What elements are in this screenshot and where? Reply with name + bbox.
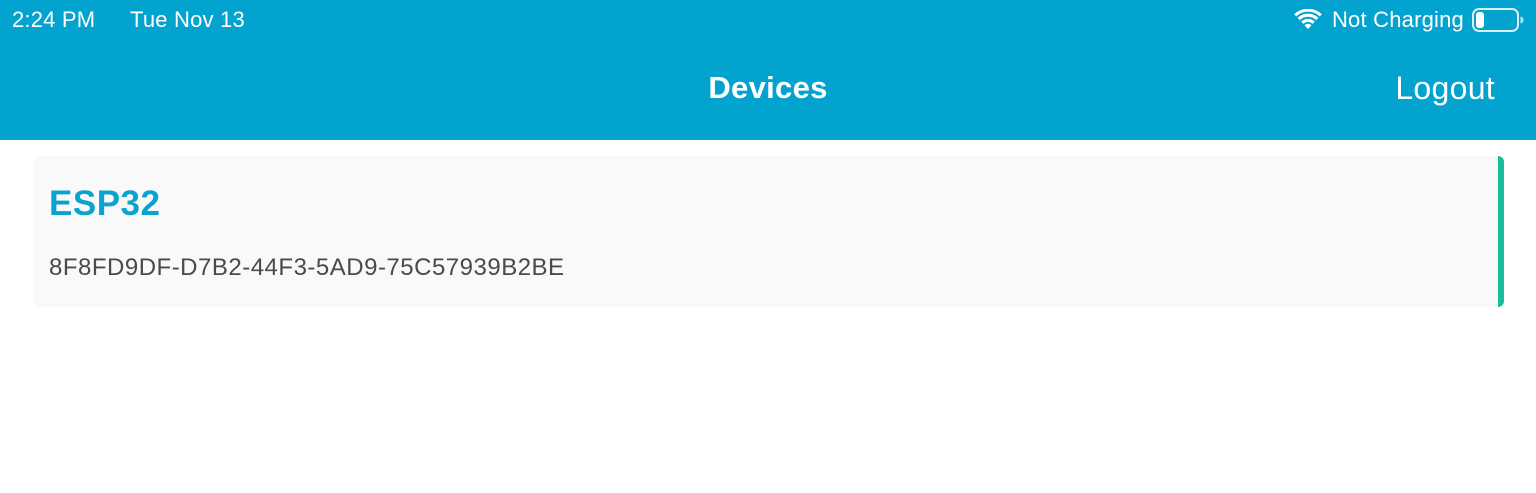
wifi-icon — [1294, 9, 1322, 29]
device-card[interactable]: ESP32 8F8FD9DF-D7B2-44F3-5AD9-75C57939B2… — [33, 156, 1504, 307]
status-time: 2:24 PM — [12, 7, 96, 32]
app-header: 2:24 PM Tue Nov 13 Not Charging Devices … — [0, 0, 1536, 140]
card-accent-bar — [1498, 156, 1504, 307]
status-bar: 2:24 PM Tue Nov 13 Not Charging — [0, 0, 1536, 40]
status-date: Tue Nov 13 — [130, 7, 245, 32]
device-list: ESP32 8F8FD9DF-D7B2-44F3-5AD9-75C57939B2… — [0, 140, 1536, 493]
charging-status: Not Charging — [1331, 7, 1464, 32]
device-id: 8F8FD9DF-D7B2-44F3-5AD9-75C57939B2BE — [49, 254, 565, 281]
battery-icon — [1472, 8, 1524, 32]
logout-button[interactable]: Logout — [1395, 70, 1495, 107]
page-title: Devices — [708, 70, 828, 105]
status-indicators: Not Charging — [1294, 6, 1524, 34]
device-name: ESP32 — [49, 184, 161, 223]
